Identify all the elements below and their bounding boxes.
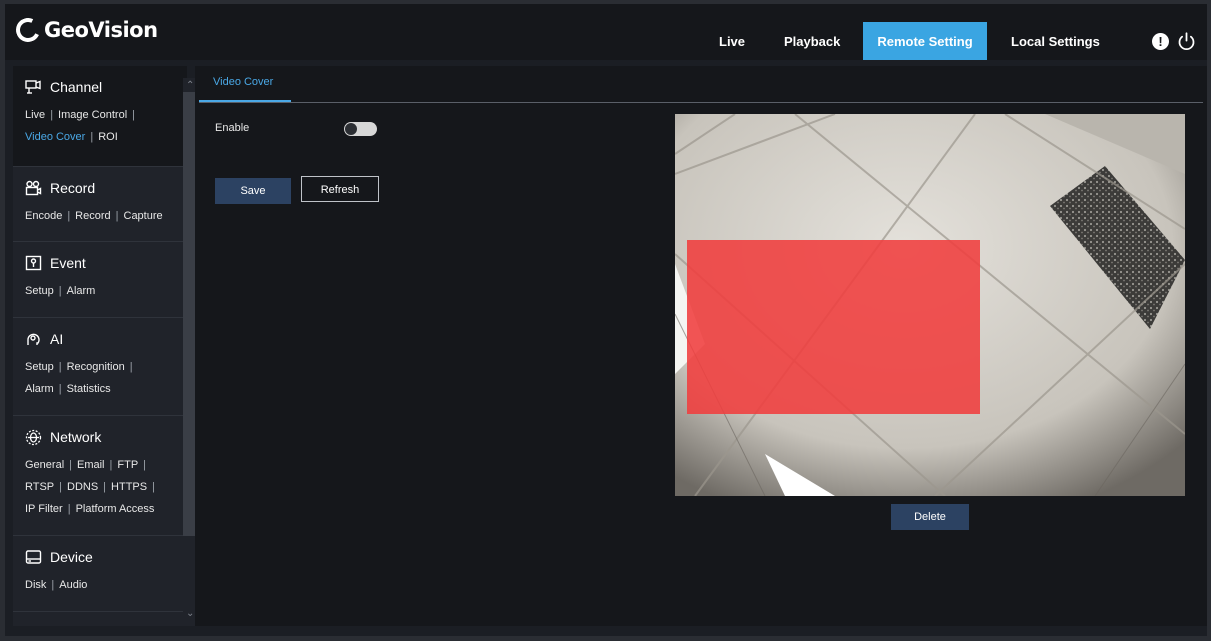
sidebar-header-record[interactable]: Record — [25, 177, 187, 199]
sidebar-title-record: Record — [50, 180, 96, 196]
nav-live[interactable]: Live — [719, 22, 745, 49]
sidebar-item-ai-setup[interactable]: Setup — [25, 361, 54, 373]
enable-toggle[interactable] — [344, 122, 377, 136]
event-icon — [25, 255, 42, 271]
nav-playback[interactable]: Playback — [784, 22, 840, 49]
geovision-logo: GeoVision — [12, 14, 158, 46]
scroll-down-icon[interactable]: ⌄ — [186, 608, 194, 619]
sidebar-item-encode[interactable]: Encode — [25, 210, 62, 222]
sidebar-item-rtsp[interactable]: RTSP — [25, 481, 54, 493]
nav-local-settings[interactable]: Local Settings — [1011, 22, 1100, 49]
enable-label: Enable — [215, 122, 250, 134]
sidebar-section-event: Event Setup | Alarm — [13, 242, 187, 318]
sidebar-header-event[interactable]: Event — [25, 252, 187, 274]
sidebar-item-ddns[interactable]: DDNS — [67, 481, 98, 493]
toggle-knob — [345, 123, 357, 135]
sidebar-links-ai: Setup | Recognition | Alarm | Statistics — [25, 361, 133, 395]
sidebar-section-network: Network General | Email | FTP | RTSP | DDNS | HTT… — [13, 416, 187, 536]
sidebar-links-network: General | Email | FTP | RTSP | DDNS | HTTPS | IP F… — [25, 459, 155, 515]
tab-divider — [199, 102, 1203, 103]
sidebar-header-channel[interactable]: Channel — [25, 76, 187, 98]
sidebar-item-https[interactable]: HTTPS — [111, 481, 147, 493]
sidebar-item-audio[interactable]: Audio — [59, 579, 87, 591]
main-panel: Video Cover Enable Save Refresh Delete — [195, 66, 1207, 626]
tab-video-cover[interactable]: Video Cover — [199, 76, 291, 102]
logo-text: GeoVision — [44, 18, 158, 42]
video-cover-region[interactable] — [687, 240, 980, 414]
sidebar-item-platform-access[interactable]: Platform Access — [76, 503, 155, 515]
sidebar-links-event: Setup | Alarm — [25, 285, 96, 297]
sidebar-item-record[interactable]: Record — [75, 210, 110, 222]
channel-icon — [25, 79, 41, 94]
top-bar: GeoVision Live Playback Remote Setting L… — [5, 4, 1207, 60]
logo-mark-icon — [12, 14, 44, 46]
sidebar-item-ai-alarm[interactable]: Alarm — [25, 383, 54, 395]
sidebar-item-disk[interactable]: Disk — [25, 579, 46, 591]
sidebar-links-device: Disk | Audio — [25, 579, 88, 591]
sidebar-section-ai: AI Setup | Recognition | Alarm | Statistics — [13, 318, 187, 416]
app-frame: GeoVision Live Playback Remote Setting L… — [5, 4, 1207, 636]
sidebar-item-general[interactable]: General — [25, 459, 64, 471]
sidebar-item-setup[interactable]: Setup — [25, 285, 54, 297]
sidebar-title-device: Device — [50, 549, 93, 565]
sidebar-section-record: Record Encode | Record | Capture — [13, 167, 187, 242]
record-icon — [25, 180, 42, 196]
sidebar-links-record: Encode | Record | Capture — [25, 210, 163, 222]
sidebar-header-device[interactable]: Device — [25, 546, 187, 568]
sidebar-item-video-cover[interactable]: Video Cover — [25, 131, 85, 143]
sidebar-item-capture[interactable]: Capture — [124, 210, 163, 222]
sidebar-item-recognition[interactable]: Recognition — [67, 361, 125, 373]
network-icon — [25, 429, 42, 445]
refresh-button[interactable]: Refresh — [301, 176, 379, 202]
sidebar-section-channel: Channel Live | Image Control | Video Cover |… — [13, 66, 187, 167]
save-button[interactable]: Save — [215, 178, 291, 204]
sidebar-header-ai[interactable]: AI — [25, 328, 187, 350]
delete-button[interactable]: Delete — [891, 504, 969, 530]
sidebar-item-roi[interactable]: ROI — [98, 131, 118, 143]
sidebar-item-email[interactable]: Email — [77, 459, 105, 471]
sidebar-title-network: Network — [50, 429, 102, 445]
sidebar-item-image-control[interactable]: Image Control — [58, 109, 127, 121]
device-icon — [25, 550, 42, 564]
sidebar-title-channel: Channel — [50, 79, 103, 95]
sidebar-item-statistics[interactable]: Statistics — [67, 383, 111, 395]
ai-icon — [27, 333, 40, 345]
sidebar-links-channel: Live | Image Control | Video Cover | ROI — [25, 109, 135, 143]
sidebar-section-device: Device Disk | Audio — [13, 536, 187, 612]
scroll-up-icon[interactable]: ⌃ — [186, 80, 194, 91]
sidebar-title-event: Event — [50, 255, 86, 271]
sidebar-header-network[interactable]: Network — [25, 426, 187, 448]
info-icon[interactable]: ! — [1152, 33, 1169, 50]
power-icon[interactable] — [1176, 31, 1197, 52]
sidebar-title-ai: AI — [50, 331, 64, 347]
nav-remote-setting[interactable]: Remote Setting — [863, 22, 987, 60]
sidebar-item-ftp[interactable]: FTP — [117, 459, 138, 471]
video-preview[interactable] — [675, 114, 1185, 496]
sidebar: Channel Live | Image Control | Video Cover |… — [13, 66, 187, 626]
sidebar-item-live[interactable]: Live — [25, 109, 45, 121]
sidebar-item-ip-filter[interactable]: IP Filter — [25, 503, 63, 515]
sidebar-item-alarm[interactable]: Alarm — [67, 285, 96, 297]
